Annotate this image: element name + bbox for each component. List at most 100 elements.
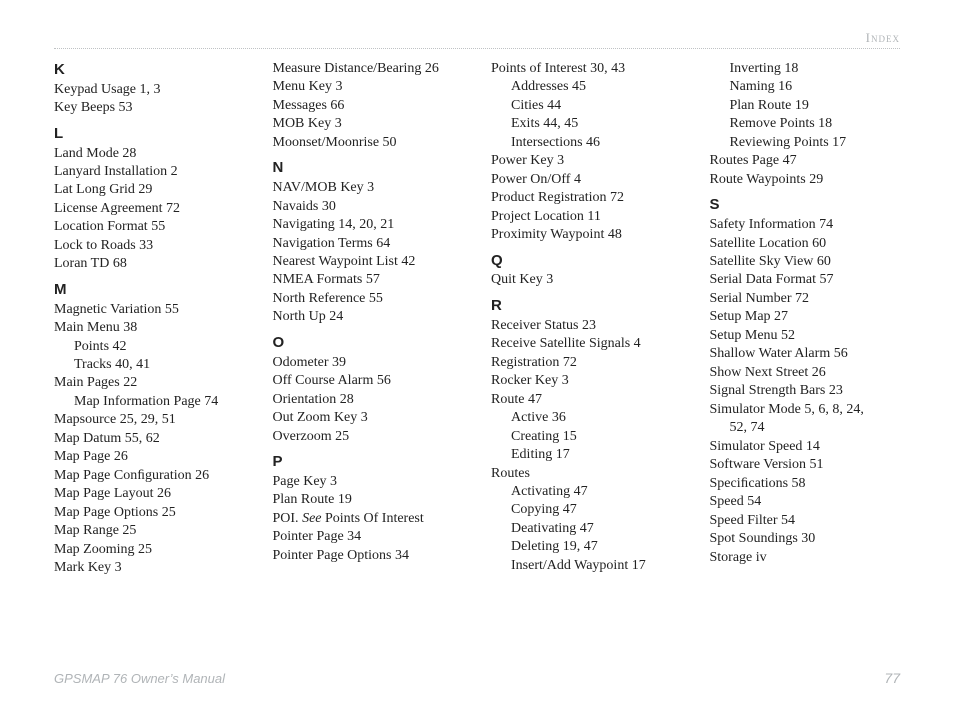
index-letter: K — [54, 60, 245, 80]
index-entry: Project Location 11 — [491, 208, 682, 226]
index-entry: Spot Soundings 30 — [710, 530, 901, 548]
index-entry: Simulator Speed 14 — [710, 438, 901, 456]
index-entry: Satellite Sky View 60 — [710, 253, 901, 271]
index-subentry: Remove Points 18 — [730, 115, 901, 133]
index-entry: Magnetic Variation 55 — [54, 301, 245, 319]
index-column-2: Measure Distance/Bearing 26Menu Key 3Mes… — [273, 60, 464, 654]
index-entry: POI. See Points Of Interest — [273, 510, 464, 528]
index-entry: Registration 72 — [491, 354, 682, 372]
footer-page-number: 77 — [884, 670, 900, 686]
index-entry: Map Page Conﬁguration 26 — [54, 467, 245, 485]
index-page: Index KKeypad Usage 1, 3Key Beeps 53LLan… — [0, 0, 954, 716]
index-entry: Location Format 55 — [54, 218, 245, 236]
index-entry: Lanyard Installation 2 — [54, 163, 245, 181]
index-letter: S — [710, 195, 901, 215]
index-entry: Map Page Layout 26 — [54, 485, 245, 503]
index-letter: R — [491, 296, 682, 316]
page-header-label: Index — [866, 30, 900, 46]
index-letter: L — [54, 124, 245, 144]
index-letter: O — [273, 333, 464, 353]
index-entry: Pointer Page 34 — [273, 528, 464, 546]
index-letter: M — [54, 280, 245, 300]
index-subentry: Plan Route 19 — [730, 97, 901, 115]
index-letter: N — [273, 158, 464, 178]
index-entry: Lock to Roads 33 — [54, 237, 245, 255]
index-entry: Setup Map 27 — [710, 308, 901, 326]
index-entry: Receiver Status 23 — [491, 317, 682, 335]
index-subentry: Exits 44, 45 — [511, 115, 682, 133]
index-subentry: Creating 15 — [511, 428, 682, 446]
index-entry: Simulator Mode 5, 6, 8, 24, — [710, 401, 901, 419]
index-subentry: Activating 47 — [511, 483, 682, 501]
index-entry: Power On/Off 4 — [491, 171, 682, 189]
footer-title: GPSMAP 76 Owner’s Manual — [54, 671, 225, 686]
index-column-3: Points of Interest 30, 43Addresses 45Cit… — [491, 60, 682, 654]
index-entry: NMEA Formats 57 — [273, 271, 464, 289]
index-entry: Navigating 14, 20, 21 — [273, 216, 464, 234]
index-entry: Menu Key 3 — [273, 78, 464, 96]
index-entry: Moonset/Moonrise 50 — [273, 134, 464, 152]
index-entry: Route Waypoints 29 — [710, 171, 901, 189]
index-entry: Satellite Location 60 — [710, 235, 901, 253]
index-entry: Map Datum 55, 62 — [54, 430, 245, 448]
index-entry: Speciﬁcations 58 — [710, 475, 901, 493]
index-entry: Map Range 25 — [54, 522, 245, 540]
index-entry: Proximity Waypoint 48 — [491, 226, 682, 244]
index-column-1: KKeypad Usage 1, 3Key Beeps 53 LLand Mode… — [54, 60, 245, 654]
index-subentry: Editing 17 — [511, 446, 682, 464]
index-entry: NAV/MOB Key 3 — [273, 179, 464, 197]
index-entry: Messages 66 — [273, 97, 464, 115]
index-entry: Nearest Waypoint List 42 — [273, 253, 464, 271]
index-entry: Odometer 39 — [273, 354, 464, 372]
index-entry: Signal Strength Bars 23 — [710, 382, 901, 400]
index-subentry: Naming 16 — [730, 78, 901, 96]
index-entry: Software Version 51 — [710, 456, 901, 474]
index-entry: Key Beeps 53 — [54, 99, 245, 117]
index-subentry: Copying 47 — [511, 501, 682, 519]
index-entry: Setup Menu 52 — [710, 327, 901, 345]
index-entry: Keypad Usage 1, 3 — [54, 81, 245, 99]
index-entry: Map Zooming 25 — [54, 541, 245, 559]
index-entry: Routes — [491, 465, 682, 483]
index-entry: Rocker Key 3 — [491, 372, 682, 390]
index-subentry: Points 42 — [74, 338, 245, 356]
index-entry: Receive Satellite Signals 4 — [491, 335, 682, 353]
index-entry: Serial Number 72 — [710, 290, 901, 308]
index-columns: KKeypad Usage 1, 3Key Beeps 53 LLand Mode… — [54, 60, 900, 654]
index-subentry: Addresses 45 — [511, 78, 682, 96]
index-entry: Land Mode 28 — [54, 145, 245, 163]
index-entry: Power Key 3 — [491, 152, 682, 170]
index-entry: Pointer Page Options 34 — [273, 547, 464, 565]
index-subentry: Insert/Add Waypoint 17 — [511, 557, 682, 575]
index-entry: North Reference 55 — [273, 290, 464, 308]
index-entry: Routes Page 47 — [710, 152, 901, 170]
index-entry: Navigation Terms 64 — [273, 235, 464, 253]
index-entry: Map Page 26 — [54, 448, 245, 466]
index-entry: Storage iv — [710, 549, 901, 567]
index-entry: Map Page Options 25 — [54, 504, 245, 522]
index-entry: Measure Distance/Bearing 26 — [273, 60, 464, 78]
index-entry: MOB Key 3 — [273, 115, 464, 133]
index-continuation: 52, 74 — [730, 419, 901, 437]
index-entry: Out Zoom Key 3 — [273, 409, 464, 427]
header-rule — [54, 48, 900, 49]
index-entry: Page Key 3 — [273, 473, 464, 491]
index-letter: P — [273, 452, 464, 472]
index-entry: Plan Route 19 — [273, 491, 464, 509]
index-entry: Mapsource 25, 29, 51 — [54, 411, 245, 429]
index-entry: Route 47 — [491, 391, 682, 409]
index-subentry: Deleting 19, 47 — [511, 538, 682, 556]
index-subentry: Intersections 46 — [511, 134, 682, 152]
index-entry: Shallow Water Alarm 56 — [710, 345, 901, 363]
index-subentry: Reviewing Points 17 — [730, 134, 901, 152]
index-entry: Off Course Alarm 56 — [273, 372, 464, 390]
index-entry: Main Menu 38 — [54, 319, 245, 337]
index-entry: Quit Key 3 — [491, 271, 682, 289]
index-entry: North Up 24 — [273, 308, 464, 326]
index-entry: Speed 54 — [710, 493, 901, 511]
index-entry: Product Registration 72 — [491, 189, 682, 207]
index-entry: Points of Interest 30, 43 — [491, 60, 682, 78]
index-entry: Safety Information 74 — [710, 216, 901, 234]
index-entry: Orientation 28 — [273, 391, 464, 409]
index-column-4: Inverting 18Naming 16Plan Route 19Remove… — [710, 60, 901, 654]
